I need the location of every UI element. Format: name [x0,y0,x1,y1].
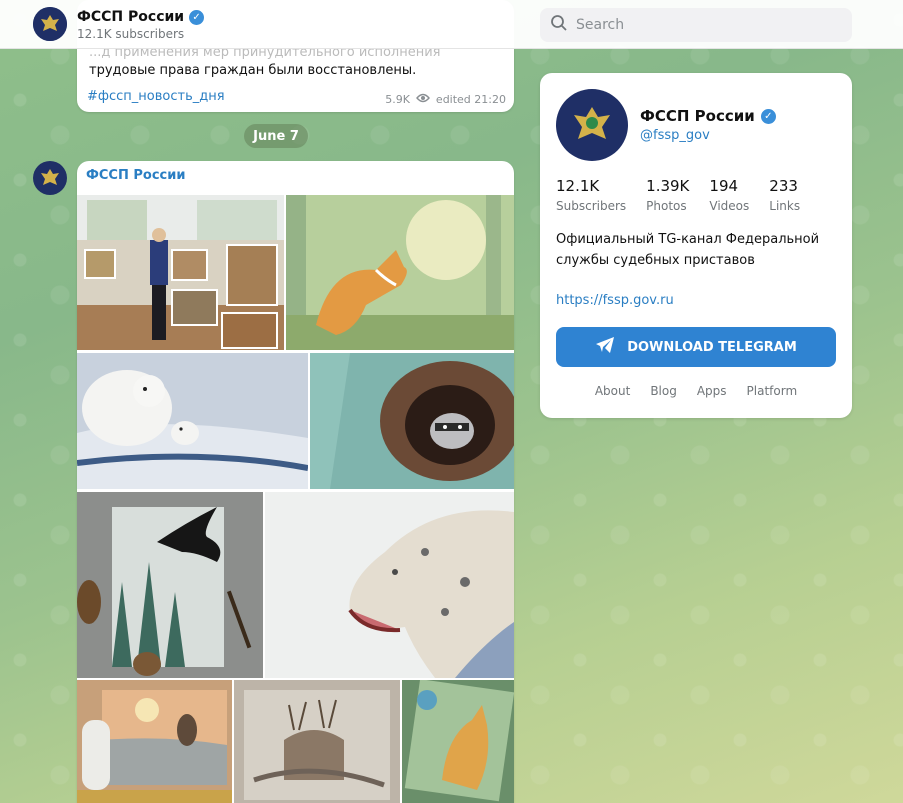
stat-photos[interactable]: 1.39K Photos [646,177,689,213]
chat-header: ФССП России ✓ 12.1K subscribers [0,0,903,49]
channel-stats: 12.1K Subscribers 1.39K Photos 194 Video… [556,177,820,213]
channel-website-link[interactable]: https://fssp.gov.ru [556,293,674,308]
footer-link-platform[interactable]: Platform [747,384,798,398]
message-text: ...д применения мер принудительного испо… [89,45,441,78]
search-icon [550,14,568,36]
photo-deer-painting[interactable] [234,680,400,803]
message-avatar[interactable] [33,7,67,41]
footer-link-apps[interactable]: Apps [697,384,727,398]
message-avatar[interactable] [33,161,67,195]
photo-snow-leopard-painting[interactable] [265,492,514,678]
footer-link-about[interactable]: About [595,384,630,398]
edited-time: edited 21:20 [435,93,506,106]
stat-subscribers: 12.1K Subscribers [556,177,627,213]
photo-exhibition-room[interactable] [77,195,284,350]
telegram-plane-icon [595,336,615,358]
message-author[interactable]: ФССП России [86,168,185,183]
emblem-icon [41,15,59,31]
stat-links[interactable]: 233 Links [769,177,800,213]
message-bubble-album: ФССП России [77,161,514,803]
footer-link-blog[interactable]: Blog [650,384,677,398]
search-input[interactable] [576,17,846,33]
emblem-icon [574,107,610,139]
photo-polar-bears-painting[interactable] [77,353,308,489]
hashtag-link[interactable]: #фссп_новость_дня [87,89,225,104]
channel-info-card: ФССП России ✓ @fssp_gov 12.1K Subscriber… [540,73,852,418]
emblem-icon [41,169,59,185]
verified-icon: ✓ [760,108,776,124]
photo-owl-sunset-painting[interactable] [77,680,232,803]
channel-description: Официальный TG-канал Федеральной службы … [556,232,820,268]
subscriber-count: 12.1K subscribers [77,27,185,41]
card-footer-links: About Blog Apps Platform [540,384,852,398]
card-channel-name: ФССП России ✓ [640,107,776,125]
photo-wolf-painting[interactable] [402,680,514,803]
download-telegram-button[interactable]: DOWNLOAD TELEGRAM [556,327,836,367]
search-box[interactable] [540,8,852,42]
date-separator: June 7 [244,124,308,148]
views-count: 5.9K [385,93,410,106]
photo-raccoon-painting[interactable] [310,353,514,489]
verified-icon: ✓ [189,9,205,25]
photo-fox-painting[interactable] [286,195,514,350]
eye-icon [415,93,430,106]
stat-videos[interactable]: 194 Videos [709,177,749,213]
channel-title[interactable]: ФССП России ✓ [77,9,205,25]
message-meta: 5.9K edited 21:20 [385,93,506,106]
card-username[interactable]: @fssp_gov [640,128,710,143]
card-avatar [556,89,628,161]
photo-raven-forest-painting[interactable] [77,492,263,678]
